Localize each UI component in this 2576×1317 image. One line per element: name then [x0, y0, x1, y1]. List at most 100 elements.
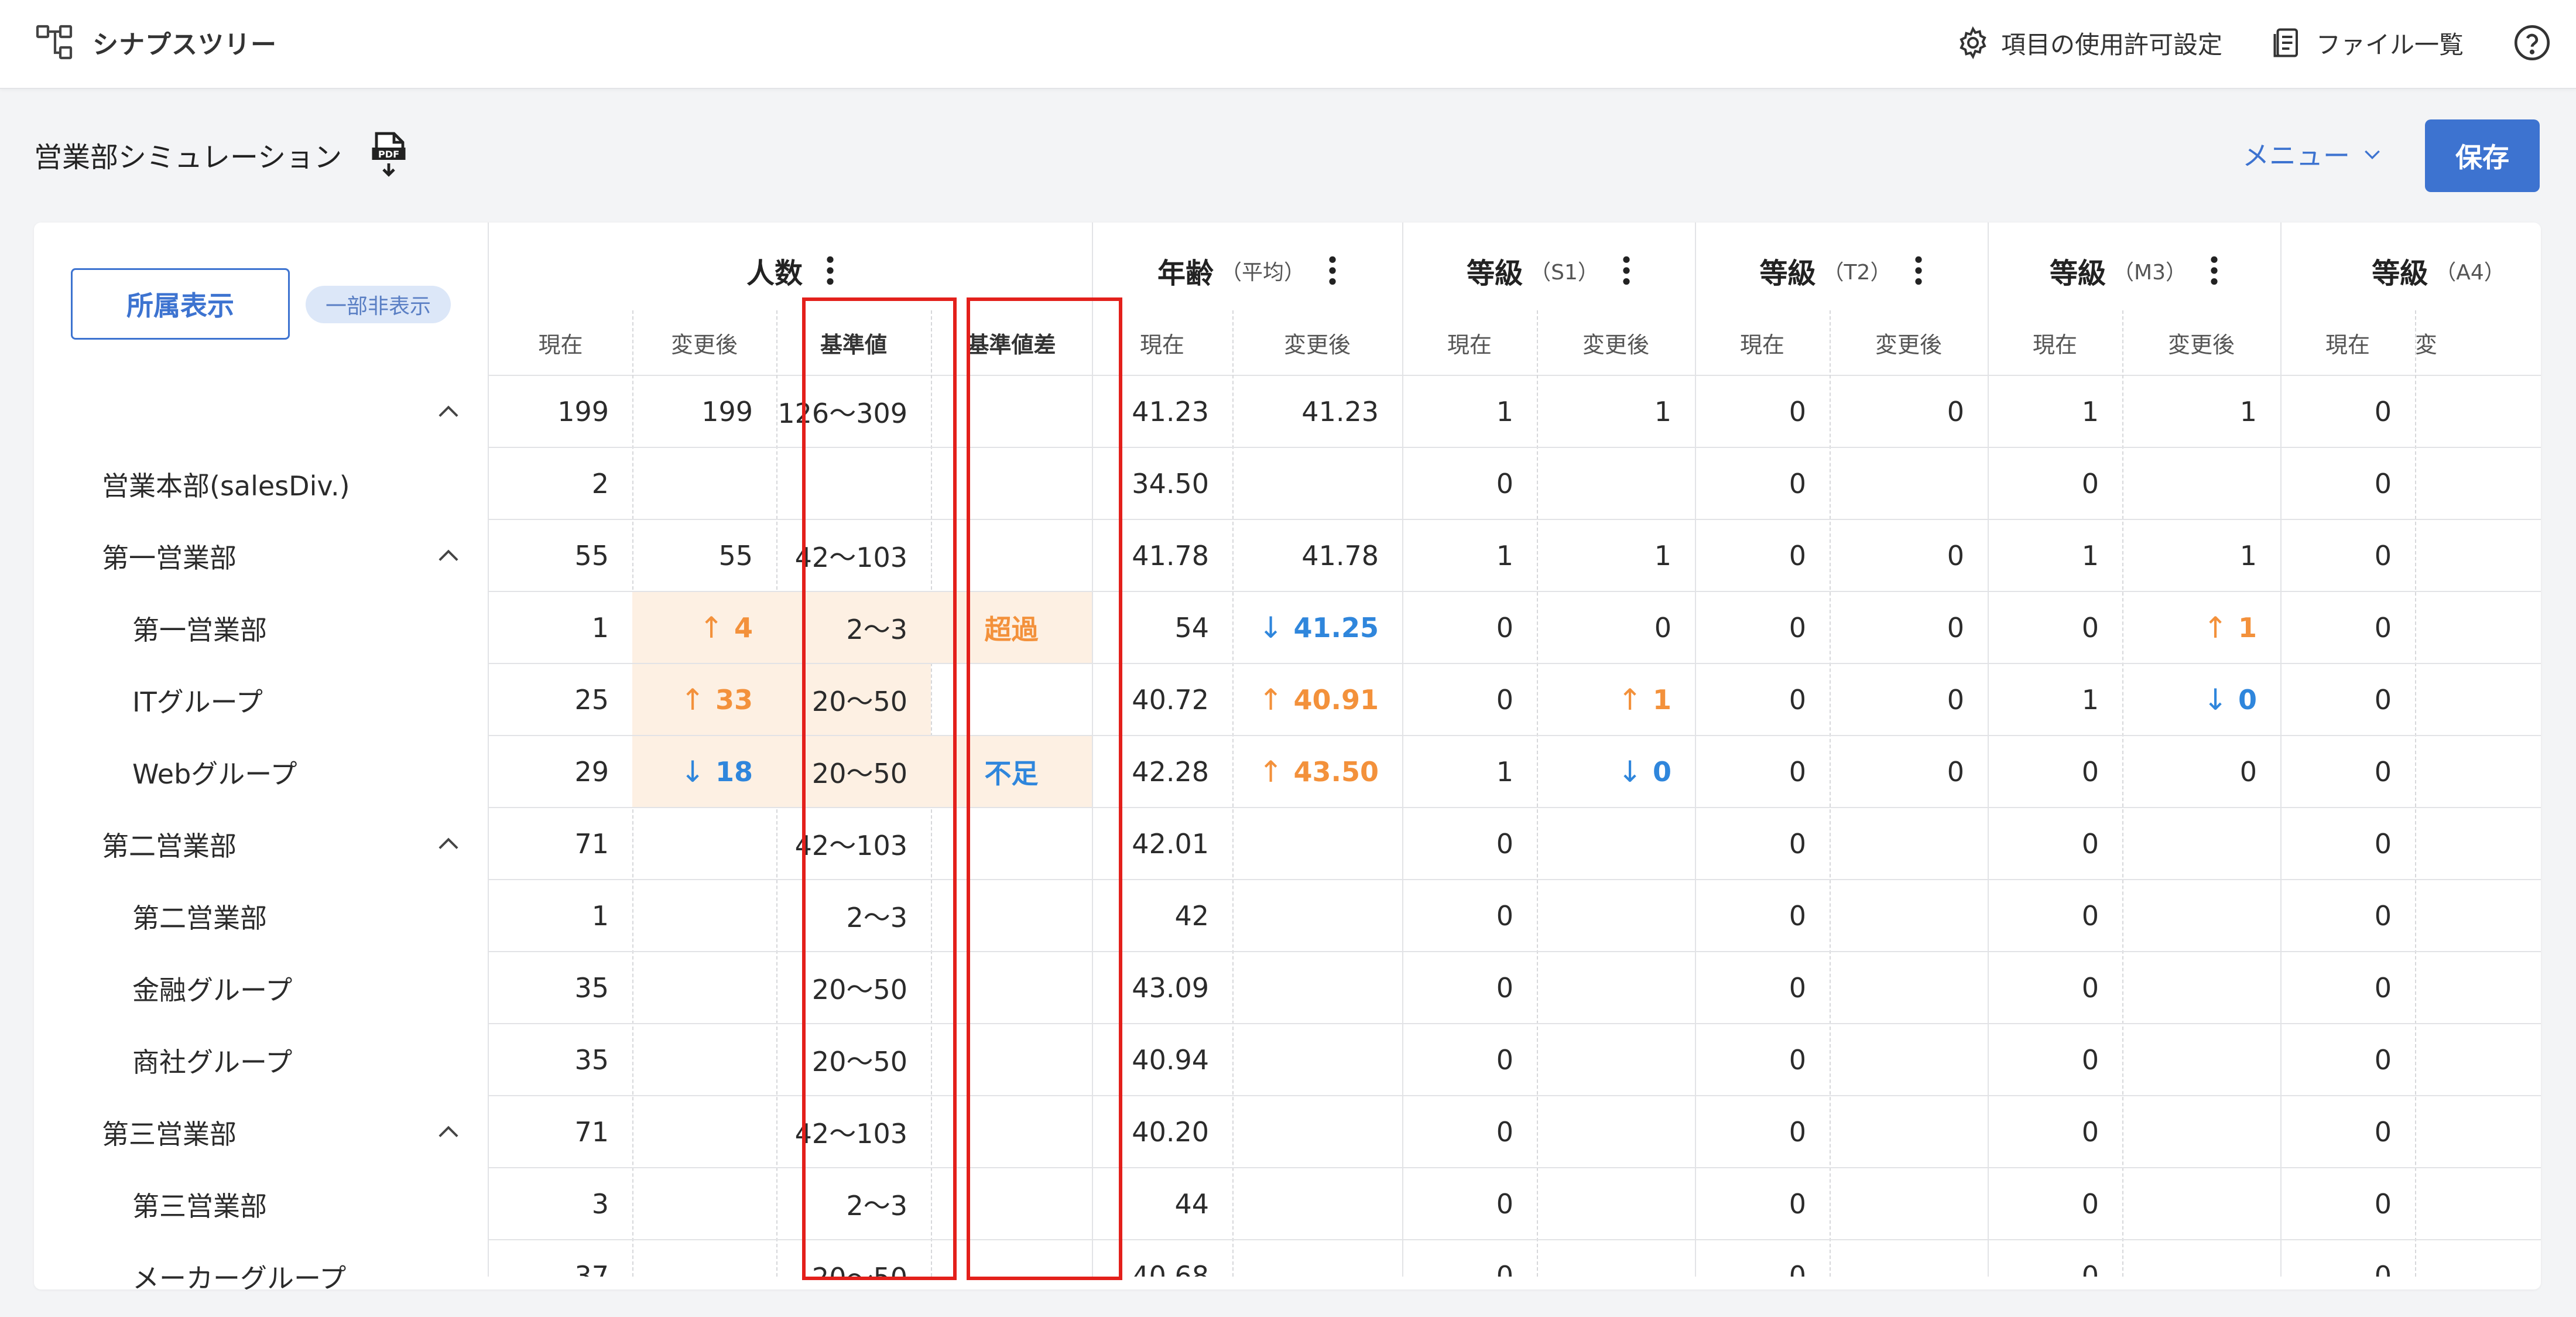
permission-settings-label: 項目の使用許可設定 [2000, 30, 2222, 59]
table-cell: 0 [1695, 1240, 1830, 1277]
file-list-icon [2273, 28, 2298, 57]
org-tree-row[interactable] [34, 376, 489, 448]
cell-value: 0 [1947, 755, 1964, 788]
table-cell: 1 [1402, 736, 1537, 807]
table-cell: 0 [2280, 520, 2415, 591]
chevron-up-icon[interactable] [433, 397, 464, 427]
kebab-menu-icon[interactable] [2210, 254, 2218, 287]
table-cell: 20～50 [776, 1024, 931, 1095]
cell-value: 0 [1789, 1044, 1806, 1076]
table-cell: 2 [489, 448, 632, 519]
table-cell: 41.78 [1232, 520, 1402, 591]
pdf-download-icon[interactable]: PDF [368, 130, 410, 179]
table-cell [1830, 1168, 1988, 1239]
org-tree-row[interactable]: 第一営業部 [34, 520, 489, 592]
org-tree-row[interactable]: 第二営業部 [34, 880, 489, 952]
table-cell: 0 [1402, 808, 1537, 879]
kebab-menu-icon[interactable] [1622, 254, 1630, 287]
table-cell: 0 [1402, 952, 1537, 1023]
org-tree-row[interactable]: メーカーグループ [34, 1240, 489, 1290]
table-cell: 20～50 [776, 952, 931, 1023]
table-cell: 0 [1988, 736, 2122, 807]
table-cell [1830, 952, 1988, 1023]
cell-value: 0 [2374, 755, 2392, 788]
cell-value: 54 [1174, 611, 1209, 644]
standard-diff-label: 不足 [984, 757, 1039, 789]
table-cell [931, 880, 1092, 951]
table-cell: 不足 [931, 736, 1092, 807]
changed-value: 1 [2238, 611, 2257, 644]
cell-value: 0 [1789, 683, 1806, 716]
arrow-down-icon: ↓ [1618, 754, 1642, 789]
table-cell: 2～3 [776, 1168, 931, 1239]
cell-value: 0 [1789, 467, 1806, 500]
table-cell [2122, 808, 2280, 879]
cell-value: 0 [2374, 971, 2392, 1004]
cell-value: 0 [2374, 1188, 2392, 1220]
save-button[interactable]: 保存 [2425, 119, 2540, 192]
org-tree-row[interactable]: 第三営業部 [34, 1168, 489, 1240]
table-cell: 126～309 [776, 376, 931, 447]
cell-value: 2 [591, 467, 609, 500]
column-header: 変更後 [1283, 331, 1351, 358]
cell-value: 20～50 [812, 1257, 907, 1277]
column-group-title: 等級 [2372, 256, 2428, 290]
menu-dropdown[interactable]: メニュー [2242, 134, 2384, 175]
arrow-down-icon: ↓ [1258, 610, 1283, 645]
org-tree-row[interactable]: 商社グループ [34, 1024, 489, 1096]
kebab-menu-icon[interactable] [1328, 254, 1337, 287]
org-tree-row[interactable]: 第二営業部 [34, 808, 489, 880]
table-cell [931, 376, 1092, 447]
cell-value: 20～50 [811, 973, 907, 1005]
table-cell: 25 [489, 664, 632, 735]
table-cell: 0 [1695, 448, 1830, 519]
column-group-header: 等級 （A4） [2280, 223, 2541, 318]
org-tree-row[interactable]: 第三営業部 [34, 1096, 489, 1168]
column-group-header: 等級 （T2） [1695, 223, 1988, 318]
cell-value: 20～50 [811, 757, 907, 789]
cell-value: 41.23 [1132, 395, 1209, 427]
kebab-menu-icon[interactable] [1914, 254, 1923, 287]
cell-value: 44 [1174, 1188, 1209, 1220]
column-group-subtitle: （S1） [1530, 260, 1599, 285]
kebab-menu-icon[interactable] [826, 254, 834, 287]
cell-value: 0 [2374, 539, 2392, 572]
table-cell: 20～50 [776, 664, 931, 735]
cell-value: 40.68 [1132, 1260, 1209, 1277]
table-cell [2122, 952, 2280, 1023]
table-cell: 0 [2280, 448, 2415, 519]
cell-value: 34.50 [1132, 467, 1209, 500]
org-tree-row[interactable]: ITグループ [34, 664, 489, 736]
org-tree-row[interactable]: 第一営業部 [34, 592, 489, 664]
cell-value: 2～3 [846, 1189, 907, 1222]
cell-value: 0 [1496, 1116, 1513, 1148]
org-unit-label: 第一営業部 [132, 614, 267, 646]
table-cell [776, 448, 931, 519]
permission-settings-link[interactable]: 項目の使用許可設定 [1955, 25, 2222, 61]
chevron-up-icon[interactable] [433, 829, 464, 860]
cell-value: 0 [1789, 971, 1806, 1004]
help-circle-icon[interactable] [2512, 22, 2553, 63]
cell-value: 0 [1789, 539, 1806, 572]
table-cell [1537, 1240, 1695, 1277]
table-cell [2122, 1024, 2280, 1095]
partially-hidden-badge[interactable]: 一部非表示 [306, 286, 451, 323]
chevron-up-icon[interactable] [433, 541, 464, 572]
table-cell [931, 1096, 1092, 1167]
table-cell [632, 952, 776, 1023]
table-cell: 43.09 [1092, 952, 1232, 1023]
table-cell: 71 [489, 1096, 632, 1167]
org-tree-row[interactable]: 金融グループ [34, 952, 489, 1024]
column-group-header: 人数 [489, 223, 1092, 318]
brand[interactable]: シナプスツリー [34, 21, 277, 63]
table-cell: 2～3 [776, 592, 931, 663]
chevron-up-icon[interactable] [433, 1117, 464, 1148]
org-tree-row[interactable]: 営業本部(salesDiv.) [34, 448, 489, 520]
cell-value: 0 [1496, 683, 1513, 716]
file-list-link[interactable]: ファイル一覧 [2270, 25, 2464, 61]
cell-value: 41.23 [1301, 395, 1379, 427]
org-tree-row[interactable]: Webグループ [34, 736, 489, 808]
table-cell: 0 [1402, 1096, 1537, 1167]
affiliation-display-button[interactable]: 所属表示 [71, 268, 290, 340]
arrow-up-icon: ↑ [680, 682, 705, 717]
